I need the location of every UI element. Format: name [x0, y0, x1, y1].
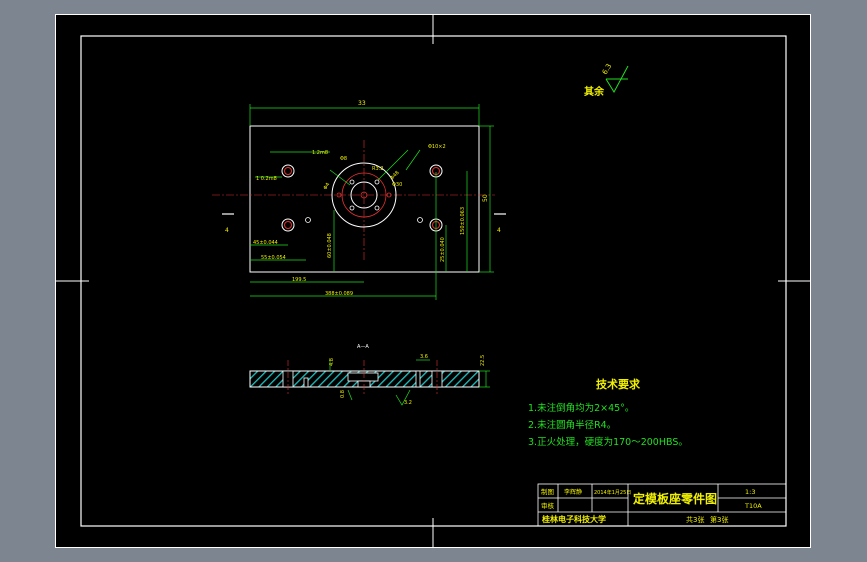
drawn-label: 制图	[541, 487, 554, 496]
dim-16: 50	[482, 194, 489, 202]
dim-11: 199.5	[292, 277, 306, 283]
dim-1: 1.2m8	[312, 150, 328, 156]
dim-5: Φ10×2	[428, 144, 446, 150]
section-dim-d: 0.8	[340, 390, 346, 398]
tech-item-1: 1.未注倒角均为2×45°。	[528, 402, 634, 414]
material: T10A	[744, 502, 762, 510]
dim-8: Φ8	[340, 156, 347, 162]
tech-item-2: 2.未注圆角半径R4。	[528, 419, 616, 431]
paper	[55, 14, 811, 548]
drawing-canvas: 其余 6.3 4 4 33 1.2m8 1 0.2m8 R3.2 Φ48 Φ10…	[55, 14, 811, 548]
dim-15: 25±0.040	[440, 237, 446, 262]
dim-13: 60±0.048	[327, 233, 333, 258]
section-title: A—A	[357, 344, 369, 350]
check-label: 审核	[541, 501, 555, 510]
sheet-number: 第3张	[710, 515, 728, 524]
dim-2: 1 0.2m8	[256, 176, 277, 182]
cad-drawing-window: 其余 6.3 4 4 33 1.2m8 1 0.2m8 R3.2 Φ48 Φ10…	[0, 0, 867, 562]
drawing-title: 定模板座零件图	[633, 491, 717, 506]
section-dim-a: 4.8	[329, 358, 335, 366]
drawn-date: 2014年1月25日	[594, 489, 631, 496]
roughness-label: 其余	[584, 85, 605, 98]
school: 桂林电子科技大学	[541, 514, 606, 524]
dim-10: 55±0.054	[261, 255, 286, 261]
dim-3: R3.2	[372, 166, 383, 172]
scale: 1:3	[745, 488, 755, 496]
dim-9: 45±0.044	[253, 240, 278, 246]
sheet-count: 共3张	[686, 515, 704, 524]
section-rough: 3.2	[404, 400, 412, 406]
dim-12: 388±0.089	[325, 291, 353, 297]
tech-title: 技术要求	[596, 377, 641, 391]
section-dim-b: 3.6	[420, 354, 428, 360]
dim-overall-width: 33	[358, 100, 366, 107]
cut-a-left: 4	[225, 227, 229, 234]
dim-6: Φ30	[392, 182, 402, 188]
section-dim-c: 22.5	[480, 355, 486, 366]
dim-14: 150±0.063	[460, 207, 466, 235]
cut-a-right: 4	[497, 227, 501, 234]
drawn-name: 李辉静	[564, 488, 582, 496]
tech-item-3: 3.正火处理，硬度为170～200HBS。	[528, 436, 688, 448]
